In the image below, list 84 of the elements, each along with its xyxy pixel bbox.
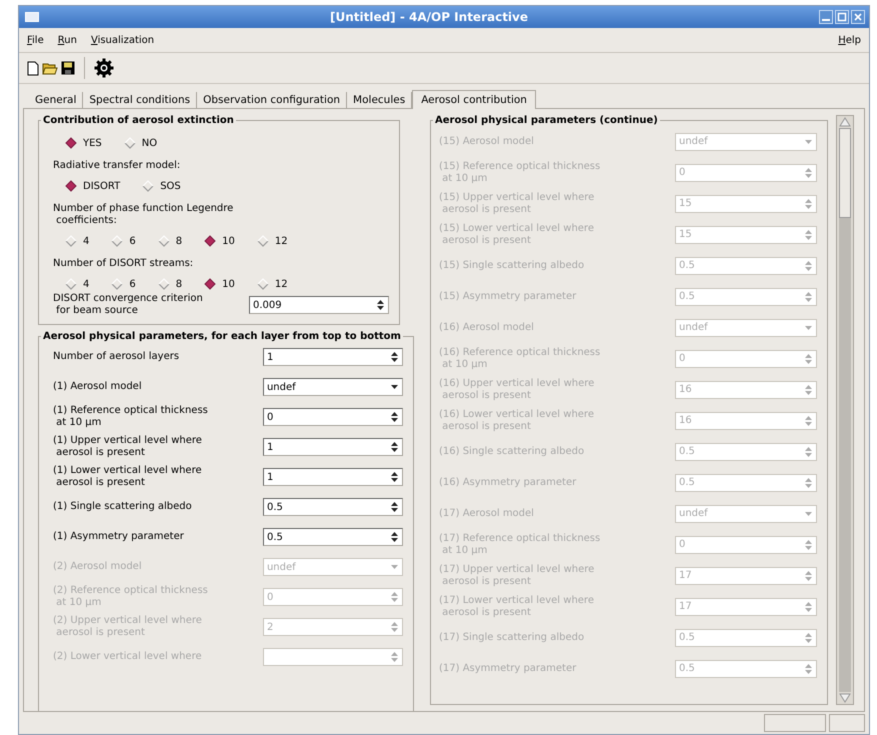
spin-arrows-icon[interactable] (390, 501, 399, 513)
scroll-thumb[interactable] (839, 128, 851, 218)
menu-item[interactable]: Visualization (90, 34, 154, 46)
group-title: Aerosol physical parameters (continue) (434, 115, 659, 126)
radio-option[interactable]: 4 (65, 235, 90, 247)
field-label: (15) Upper vertical level where aerosol is present (439, 192, 594, 216)
minimize-icon[interactable] (819, 10, 833, 24)
field-label: Number of phase function Legendre coefficients: (53, 203, 234, 227)
field-label: (2) Aerosol model (53, 561, 142, 573)
field-label: (16) Lower vertical level where aerosol is present (439, 408, 594, 432)
radio-option[interactable]: 12 (256, 278, 288, 290)
spin-arrows-icon[interactable] (390, 531, 399, 543)
menu-item[interactable]: Run (58, 34, 77, 46)
field-label: Number of DISORT streams: (53, 258, 194, 270)
field-label: Radiative transfer model: (53, 160, 182, 172)
radio-option[interactable]: 8 (158, 278, 182, 290)
save-icon[interactable] (61, 61, 75, 75)
radio-option[interactable]: 10 (204, 235, 235, 247)
field-label: (17) Aerosol model (439, 508, 534, 520)
field-label: (15) Single scattering albedo (439, 260, 584, 272)
radio-option[interactable]: 6 (111, 278, 136, 290)
field-label: DISORT convergence criterion for beam source (53, 293, 203, 317)
field-label: (2) Lower vertical level where (53, 651, 202, 663)
spin-arrows-icon[interactable] (390, 471, 399, 483)
status-panel (764, 714, 826, 732)
spin-field[interactable]: 0 (262, 408, 403, 426)
group-title: Aerosol physical parameters, for each layer from top to bottom (42, 331, 402, 342)
field-label: (16) Upper vertical level where aerosol is present (439, 378, 594, 402)
field-label: (1) Asymmetry parameter (53, 531, 184, 543)
spin-field[interactable]: 1 (262, 438, 403, 456)
menu-item[interactable]: File (27, 34, 44, 46)
field-label: (16) Aerosol model (439, 322, 534, 334)
spin-field[interactable]: 0.5 (262, 528, 403, 546)
field-label: (1) Lower vertical level where aerosol is present (53, 465, 202, 489)
radio-option[interactable]: 4 (65, 278, 90, 290)
new-file-icon[interactable] (27, 60, 39, 76)
radio-option[interactable]: SOS (142, 180, 181, 192)
field-label: (17) Single scattering albedo (439, 632, 584, 644)
group-title: Contribution of aerosol extinction (42, 115, 235, 126)
field-label: (1) Aerosol model (53, 381, 142, 393)
spin-field[interactable]: 1 (262, 348, 403, 366)
field-label: (17) Upper vertical level where aerosol is present (439, 564, 594, 588)
spin-field[interactable]: 0.5 (262, 498, 403, 516)
field-label: (16) Reference optical thickness at 10 µm (439, 346, 600, 370)
radio-option[interactable]: 10 (204, 278, 235, 290)
maximize-icon[interactable] (835, 10, 849, 24)
spin-field[interactable] (262, 648, 403, 666)
field-label: (15) Lower vertical level where aerosol is present (439, 222, 594, 246)
scrollbar[interactable] (836, 115, 854, 705)
field-label: (1) Single scattering albedo (53, 501, 192, 513)
field-label: (15) Aerosol model (439, 136, 534, 148)
radio-option[interactable]: DISORT (65, 180, 120, 192)
radio-option[interactable]: NO (124, 137, 158, 149)
tab[interactable]: Aerosol contribution (412, 90, 536, 109)
field-label: (15) Reference optical thickness at 10 µm (439, 160, 600, 184)
window-title: [Untitled] - 4A/OP Interactive (328, 10, 530, 24)
field-label: (15) Asymmetry parameter (439, 290, 576, 302)
field-label: (1) Reference optical thickness at 10 µm (53, 405, 208, 429)
radio-option[interactable]: YES (65, 137, 102, 149)
radio-option[interactable]: 12 (256, 235, 288, 247)
spin-arrows-icon[interactable] (390, 411, 399, 423)
field-label: (17) Reference optical thickness at 10 µm (439, 532, 600, 556)
close-icon[interactable] (851, 10, 865, 24)
spin-arrows-icon[interactable] (390, 441, 399, 453)
field-label: (2) Upper vertical level where aerosol is present (53, 615, 202, 639)
window-menu-icon[interactable] (25, 12, 39, 22)
spin-arrows-icon[interactable] (376, 299, 385, 311)
field-label: (2) Reference optical thickness at 10 µm (53, 585, 208, 609)
spin-field[interactable]: 1 (262, 468, 403, 486)
field-label: Number of aerosol layers (53, 351, 180, 363)
folder-icon[interactable] (42, 61, 58, 75)
field-label: (1) Upper vertical level where aerosol is present (53, 435, 202, 459)
field-label: (17) Lower vertical level where aerosol is present (439, 594, 594, 618)
menu-item[interactable]: Help (838, 34, 861, 46)
spin-field[interactable]: 0.009 (249, 296, 389, 314)
spin-arrows-icon[interactable] (390, 351, 399, 363)
radio-option[interactable]: 6 (111, 235, 136, 247)
field-label: (17) Asymmetry parameter (439, 662, 576, 674)
dropdown[interactable]: undef (262, 378, 403, 396)
status-panel (829, 714, 865, 732)
gear-icon[interactable] (94, 58, 114, 78)
field-label: (16) Single scattering albedo (439, 446, 584, 458)
radio-option[interactable]: 8 (158, 235, 182, 247)
field-label: (16) Asymmetry parameter (439, 476, 576, 488)
